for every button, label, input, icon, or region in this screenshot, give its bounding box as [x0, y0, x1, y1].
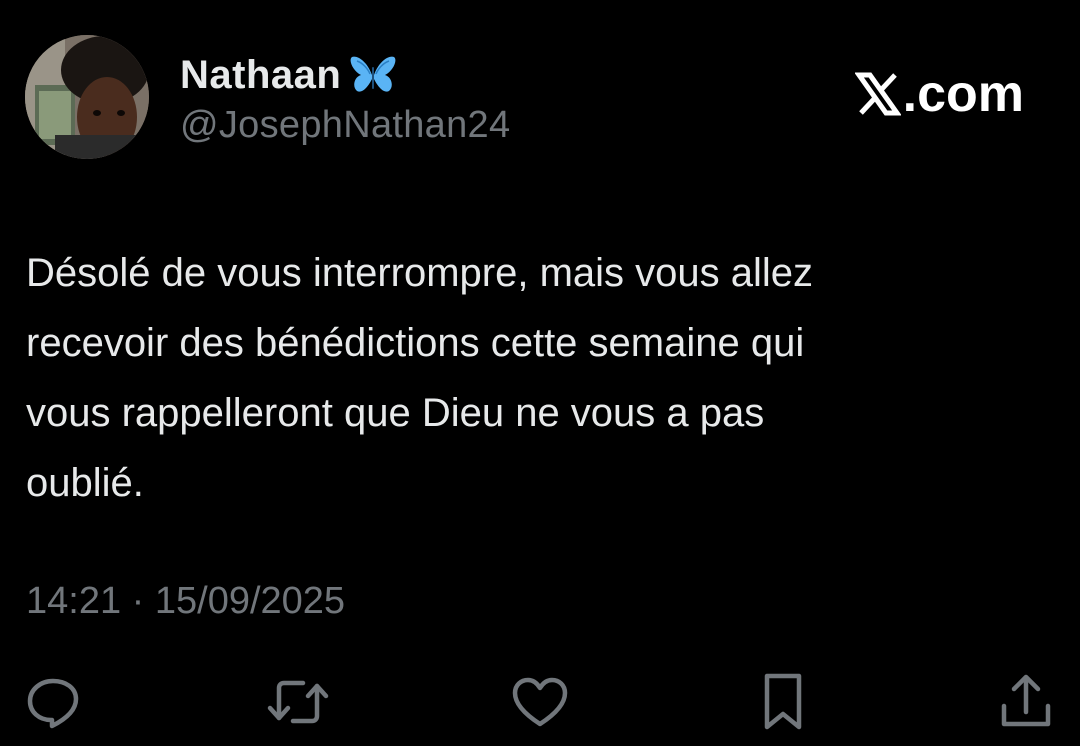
reply-icon [25, 674, 81, 730]
tweet-time: 14:21 [26, 580, 122, 622]
tweet-text: Désolé de vous interrompre, mais vous al… [26, 238, 1046, 518]
display-name[interactable]: Nathaan [180, 53, 341, 98]
avatar[interactable] [25, 35, 149, 159]
butterfly-icon [349, 53, 397, 97]
reply-button[interactable] [21, 670, 85, 734]
bookmark-icon [759, 672, 807, 732]
tweet-text-line: Désolé de vous interrompre, mais vous al… [26, 251, 814, 295]
tweet-text-line: vous rappelleront que Dieu ne vous a pas [26, 391, 765, 435]
like-icon [511, 675, 569, 729]
tweet-card: Nathaan @JosephNathan24 .com Désolé de v… [0, 0, 1080, 746]
share-button[interactable] [994, 670, 1058, 734]
timestamp-separator: · [121, 580, 155, 622]
bookmark-button[interactable] [751, 670, 815, 734]
author-handle[interactable]: @JosephNathan24 [180, 104, 510, 147]
x-logo-icon [854, 71, 901, 117]
tweet-text-line: oublié. [26, 461, 144, 505]
retweet-icon [267, 674, 329, 730]
retweet-button[interactable] [266, 670, 330, 734]
brand-watermark: .com [854, 64, 1024, 124]
tweet-timestamp[interactable]: 14:21 · 15/09/2025 [26, 580, 345, 623]
tweet-text-line: recevoir des bénédictions cette semaine … [26, 321, 805, 365]
brand-suffix: .com [902, 65, 1024, 123]
author-name-row: Nathaan [180, 50, 397, 100]
action-bar [0, 670, 1080, 734]
share-icon [998, 672, 1054, 732]
tweet-date: 15/09/2025 [154, 580, 346, 622]
like-button[interactable] [508, 670, 572, 734]
